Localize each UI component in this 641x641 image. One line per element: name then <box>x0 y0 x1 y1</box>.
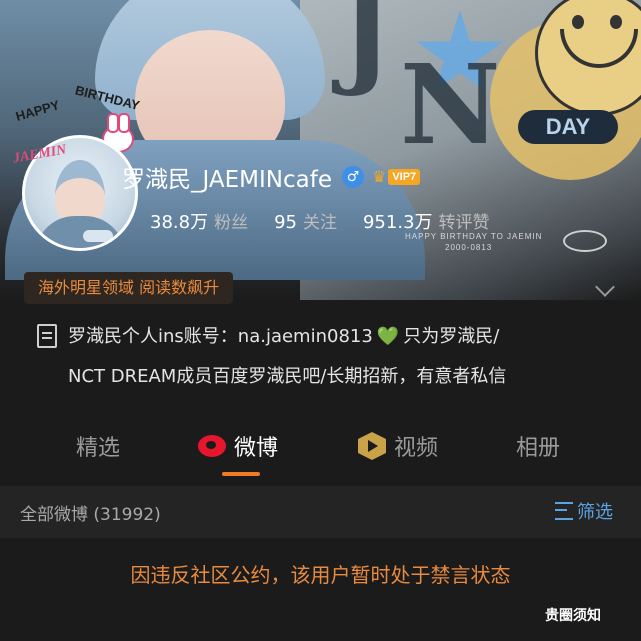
tab-album[interactable]: 相册 <box>516 430 560 462</box>
filter-button[interactable]: 筛选 <box>555 498 613 524</box>
logo-mark-icon <box>563 230 607 252</box>
tab-label: 视频 <box>394 436 439 461</box>
green-heart-icon: 💚 <box>376 326 400 347</box>
post-filter-bar: 全部微博 (31992) 筛选 <box>0 486 641 538</box>
stat-followers[interactable]: 38.8万 粉丝 <box>150 208 248 234</box>
document-icon <box>37 324 57 348</box>
crown-icon: ♛ <box>371 167 387 186</box>
watermark-text: 贵圈须知 <box>545 608 601 624</box>
banner-letter-shape: N <box>400 40 501 169</box>
profile-tabs: 精选 微博 视频 相册 <box>0 420 641 480</box>
stat-value: 38.8万 <box>150 212 209 233</box>
stat-value: 95 <box>274 212 297 233</box>
stat-following[interactable]: 95 关注 <box>274 208 337 233</box>
video-play-icon <box>358 432 386 460</box>
tab-video[interactable]: 视频 <box>358 430 438 462</box>
stat-label: 粉丝 <box>214 213 249 233</box>
male-icon: ♂ <box>341 166 364 188</box>
tab-label: 微博 <box>234 436 279 461</box>
username[interactable]: 罗渽民_JAEMINcafe <box>122 160 332 194</box>
ban-notice: 因违反社区公约，该用户暂时处于禁言状态 <box>0 545 641 605</box>
active-tab-indicator <box>222 472 260 476</box>
avatar-arc-word-happy: HAPPY <box>13 97 62 124</box>
bio-line-1: 罗渽民个人ins账号：na.jaemin0813 💚 只为罗渽民/ <box>68 322 499 348</box>
filter-label: 筛选 <box>577 502 613 523</box>
banner-letter-shape: J <box>340 0 393 99</box>
weibo-icon <box>198 435 226 457</box>
stat-label: 转评赞 <box>438 213 490 233</box>
tab-featured[interactable]: 精选 <box>76 430 120 462</box>
stat-label: 关注 <box>302 213 337 233</box>
vip-level: VIP7 <box>388 169 421 185</box>
birthday-caption-date: 2000-0813 <box>445 243 493 252</box>
filter-icon <box>555 502 573 520</box>
profile-stats: 38.8万 粉丝 95 关注 951.3万 转评赞 <box>150 208 516 234</box>
trending-tag[interactable]: 海外明星领域 阅读数飙升 <box>24 272 234 304</box>
tab-label: 相册 <box>516 436 561 461</box>
day-badge: DAY <box>518 110 618 144</box>
avatar-tag <box>83 230 113 242</box>
vip-badge[interactable]: ♛ VIP7 <box>371 167 421 187</box>
stat-value: 951.3万 <box>362 212 433 233</box>
birthday-caption: HAPPY BIRTHDAY TO JAEMIN 2000-0813 <box>405 232 542 252</box>
bio-line-2: NCT DREAM成员百度罗渽民吧/长期招新，有意者私信 <box>68 366 507 387</box>
bio-text-dedication: 只为罗渽民/ <box>403 326 500 347</box>
bio-text-ins: 罗渽民个人ins账号：na.jaemin0813 <box>68 326 373 347</box>
stat-reposts-likes[interactable]: 951.3万 转评赞 <box>363 208 490 234</box>
tab-weibo[interactable]: 微博 <box>198 430 278 462</box>
tab-label: 精选 <box>76 436 121 461</box>
post-count-label: 全部微博 (31992) <box>20 505 161 525</box>
username-row: 罗渽民_JAEMINcafe ♂ ♛ VIP7 <box>122 160 421 194</box>
